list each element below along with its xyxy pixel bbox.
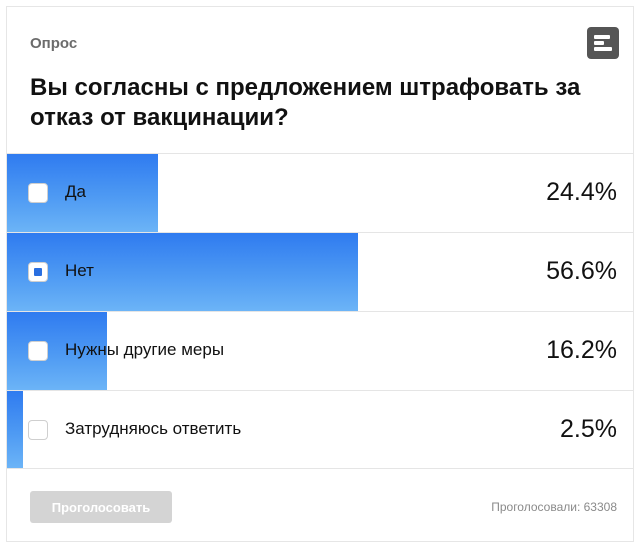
poll-card: Опрос Вы согласны с предложением штрафов… <box>6 6 634 542</box>
poll-question: Вы согласны с предложением штрафовать за… <box>30 74 581 131</box>
option-label: Нужны другие меры <box>65 340 225 359</box>
option-label: Да <box>65 182 86 201</box>
vote-button[interactable]: Проголосовать <box>30 491 172 523</box>
poll-option[interactable]: Затрудняюсь ответить 2.5% <box>7 390 633 469</box>
option-percent: 24.4% <box>546 178 617 206</box>
poll-options: Да 24.4% Нет 56.6% Нужны другие меры 16.… <box>7 153 633 469</box>
option-result-bar <box>7 233 358 311</box>
bar-chart-icon[interactable] <box>587 27 619 59</box>
poll-option[interactable]: Нет 56.6% <box>7 232 633 311</box>
option-checkbox[interactable] <box>28 341 48 361</box>
option-result-bar <box>7 391 23 468</box>
option-percent: 56.6% <box>546 257 617 285</box>
option-percent: 2.5% <box>560 415 617 443</box>
option-percent: 16.2% <box>546 336 617 364</box>
poll-option[interactable]: Да 24.4% <box>7 153 633 232</box>
vote-count: Проголосовали: 63308 <box>491 500 617 514</box>
option-checkbox[interactable] <box>28 183 48 203</box>
option-checkbox[interactable] <box>28 420 48 440</box>
option-label: Нет <box>65 261 94 280</box>
option-checkbox[interactable] <box>28 262 48 282</box>
poll-option[interactable]: Нужны другие меры 16.2% <box>7 311 633 390</box>
option-label: Затрудняюсь ответить <box>65 419 242 438</box>
poll-label: Опрос <box>30 35 78 52</box>
